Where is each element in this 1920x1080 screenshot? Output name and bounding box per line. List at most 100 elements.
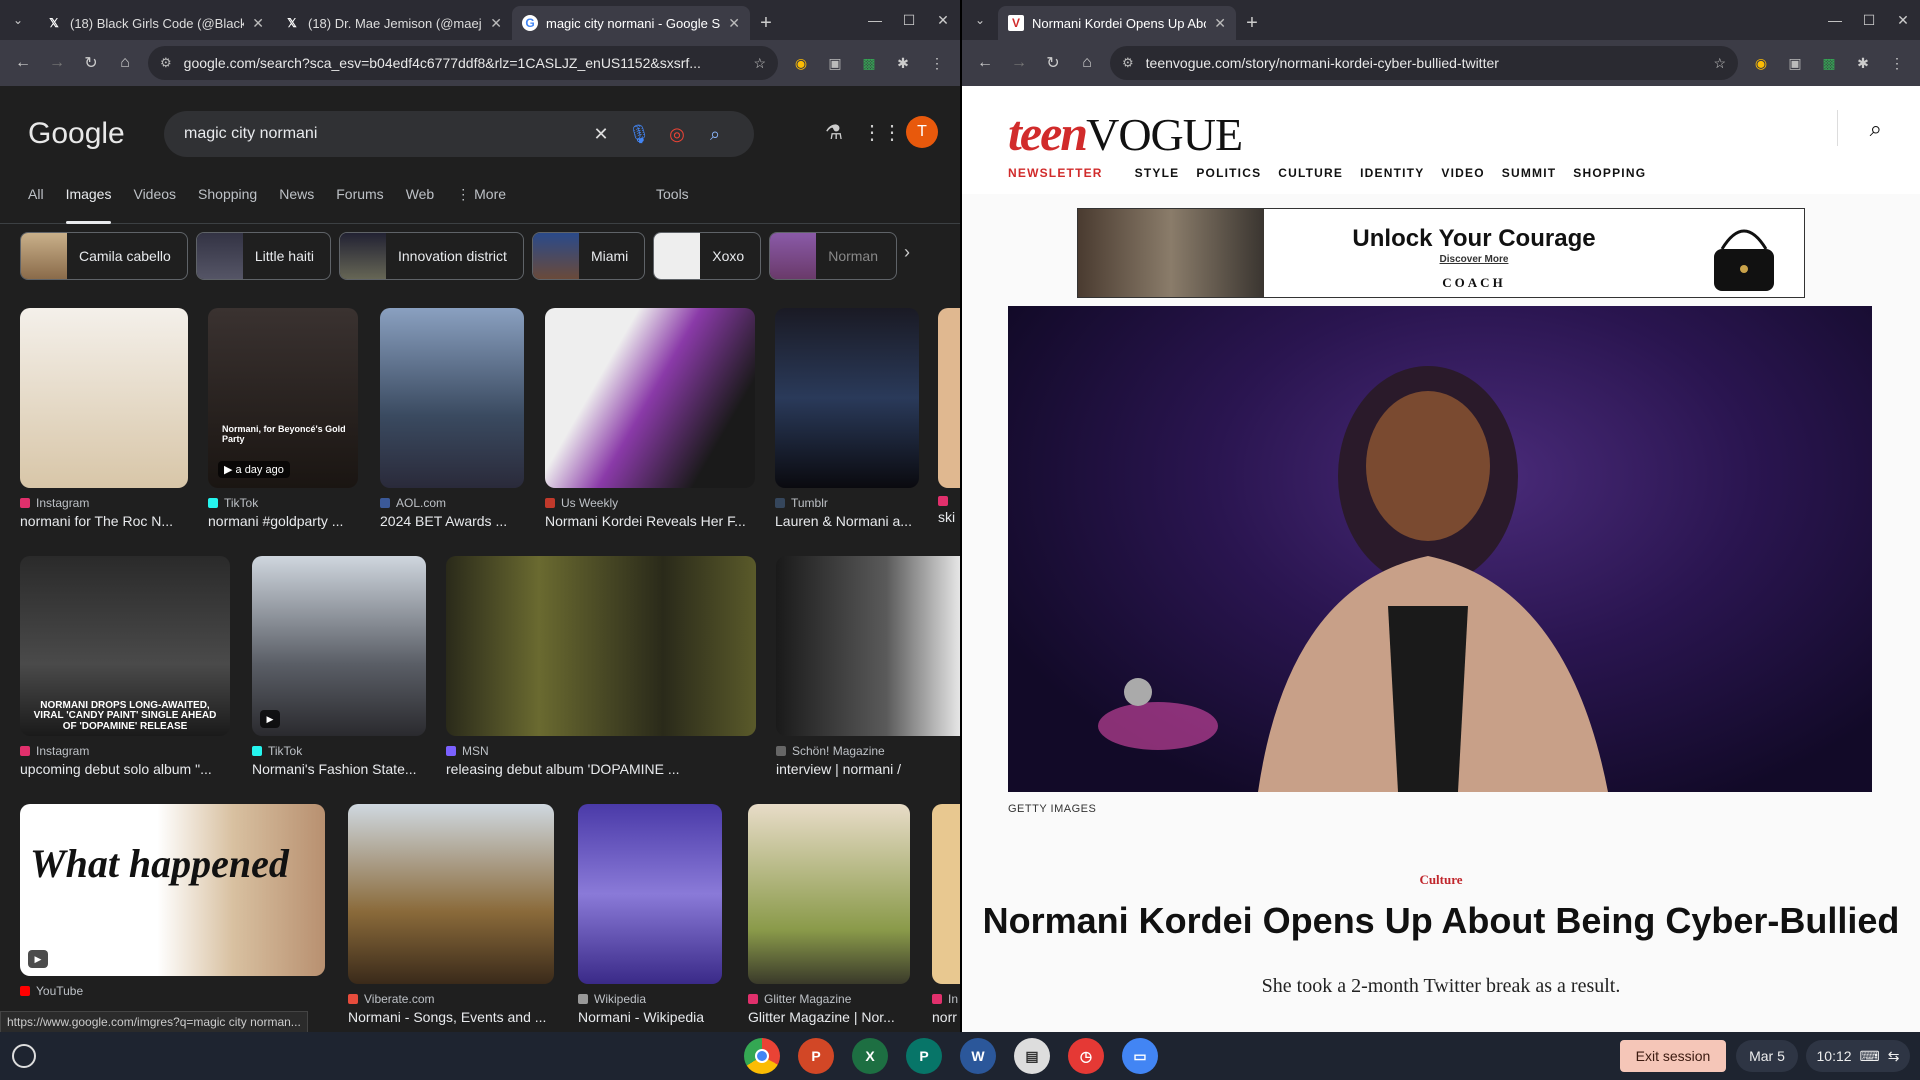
extension-icon[interactable]: ◉ — [784, 46, 818, 80]
close-icon[interactable]: ✕ — [728, 15, 740, 32]
advertisement-banner[interactable]: Unlock Your Courage Discover More COACH — [1077, 208, 1805, 298]
result-thumbnail[interactable] — [348, 804, 554, 984]
result-title[interactable]: ski — [938, 509, 960, 525]
close-icon[interactable]: ✕ — [1214, 15, 1226, 32]
tab-news[interactable]: News — [279, 182, 314, 224]
minimize-icon[interactable]: — — [858, 12, 892, 28]
chip-normani[interactable]: Norman — [769, 232, 898, 280]
article-category[interactable]: Culture — [962, 872, 1920, 888]
chip-innovation-district[interactable]: Innovation district — [338, 232, 524, 280]
image-result[interactable]: MSN releasing debut album 'DOPAMINE ... — [446, 556, 756, 777]
tab-videos[interactable]: Videos — [133, 182, 176, 224]
image-result[interactable]: Tumblr Lauren & Normani a... — [775, 308, 919, 529]
clear-icon[interactable]: ✕ — [582, 124, 620, 145]
result-thumbnail[interactable]: ▶ — [252, 556, 426, 736]
minimize-icon[interactable]: — — [1818, 12, 1852, 28]
reload-button[interactable]: ↻ — [1036, 46, 1070, 80]
puzzle-icon[interactable]: ✱ — [1846, 46, 1880, 80]
nav-video[interactable]: VIDEO — [1441, 166, 1484, 180]
result-title[interactable]: Normani's Fashion State... — [252, 761, 426, 777]
result-thumbnail[interactable] — [578, 804, 722, 984]
result-thumbnail[interactable] — [938, 308, 960, 488]
tab-google-search[interactable]: G magic city normani - Google Se ✕ — [512, 6, 750, 40]
nav-summit[interactable]: SUMMIT — [1502, 166, 1557, 180]
result-thumbnail[interactable] — [748, 804, 910, 984]
word-icon[interactable]: W — [960, 1038, 996, 1074]
chrome-icon[interactable] — [744, 1038, 780, 1074]
result-thumbnail[interactable] — [776, 556, 960, 736]
image-result[interactable]: Viberate.com Normani - Songs, Events and… — [348, 804, 554, 1025]
chip-camila-cabello[interactable]: Camila cabello — [20, 232, 188, 280]
image-result[interactable]: ▶ TikTok Normani's Fashion State... — [252, 556, 426, 777]
tab-more[interactable]: ⋮ More — [456, 182, 506, 224]
maximize-icon[interactable]: ☐ — [1852, 12, 1886, 29]
microphone-icon[interactable]: 🎙 — [620, 124, 658, 145]
status-tray[interactable]: 10:12 ⌨ ⇆ — [1806, 1040, 1910, 1072]
extension-icon[interactable]: ▣ — [818, 46, 852, 80]
tab-forums[interactable]: Forums — [336, 182, 383, 224]
image-result[interactable]: AOL.com 2024 BET Awards ... — [380, 308, 524, 529]
account-avatar[interactable]: T — [906, 116, 938, 148]
new-tab-button[interactable]: + — [1236, 6, 1268, 40]
launcher-icon[interactable] — [12, 1044, 36, 1068]
result-title[interactable]: Glitter Magazine | Nor... — [748, 1009, 910, 1025]
image-result[interactable]: Glitter Magazine Glitter Magazine | Nor.… — [748, 804, 910, 1025]
close-window-icon[interactable]: ✕ — [926, 12, 960, 29]
timer-icon[interactable]: ◷ — [1068, 1038, 1104, 1074]
result-title[interactable]: Lauren & Normani a... — [775, 513, 919, 529]
kebab-menu-icon[interactable]: ⋮ — [1880, 46, 1914, 80]
excel-icon[interactable]: X — [852, 1038, 888, 1074]
nav-style[interactable]: STYLE — [1135, 166, 1180, 180]
tab-search-dropdown[interactable]: ⌄ — [0, 0, 36, 40]
tools-button[interactable]: Tools — [656, 186, 689, 202]
tab-teen-vogue[interactable]: V Normani Kordei Opens Up Abo ✕ — [998, 6, 1236, 40]
tab-search-dropdown[interactable]: ⌄ — [962, 0, 998, 40]
image-result[interactable]: In norr — [932, 804, 960, 1025]
search-icon[interactable]: ⌕ — [696, 124, 734, 145]
tab-shopping[interactable]: Shopping — [198, 182, 257, 224]
home-button[interactable]: ⌂ — [108, 46, 142, 80]
puzzle-icon[interactable]: ✱ — [886, 46, 920, 80]
address-bar[interactable]: ⚙ teenvogue.com/story/normani-kordei-cyb… — [1110, 46, 1738, 80]
home-button[interactable]: ⌂ — [1070, 46, 1104, 80]
image-result[interactable]: Us Weekly Normani Kordei Reveals Her F..… — [545, 308, 755, 529]
maximize-icon[interactable]: ☐ — [892, 12, 926, 29]
tab-black-girls-code[interactable]: 𝕏 (18) Black Girls Code (@BlackG ✕ — [36, 6, 274, 40]
chip-miami[interactable]: Miami — [531, 232, 646, 280]
result-title[interactable]: Normani Kordei Reveals Her F... — [545, 513, 755, 529]
search-input[interactable]: magic city normani — [184, 125, 582, 143]
teen-vogue-logo[interactable]: teen VOGUE — [1008, 104, 1243, 162]
nav-culture[interactable]: CULTURE — [1278, 166, 1343, 180]
google-logo[interactable]: Google — [28, 117, 164, 151]
result-title[interactable]: releasing debut album 'DOPAMINE ... — [446, 761, 756, 777]
exit-session-button[interactable]: Exit session — [1620, 1040, 1726, 1072]
result-title[interactable]: Normani - Songs, Events and ... — [348, 1009, 554, 1025]
ad-discover-link[interactable]: Discover More — [1264, 254, 1684, 265]
result-title[interactable]: normani for The Roc N... — [20, 513, 188, 529]
apps-grid-icon[interactable]: ⋮⋮ — [858, 120, 906, 145]
result-thumbnail[interactable] — [380, 308, 524, 488]
nav-politics[interactable]: POLITICS — [1196, 166, 1261, 180]
bookmark-star-icon[interactable]: ☆ — [753, 55, 766, 72]
nav-shopping[interactable]: SHOPPING — [1573, 166, 1646, 180]
result-title[interactable]: normani #goldparty ... — [208, 513, 358, 529]
tab-web[interactable]: Web — [406, 182, 435, 224]
chip-xoxo[interactable]: Xoxo — [653, 232, 762, 280]
result-thumbnail[interactable]: Normani, for Beyoncé's Gold Party ▶ a da… — [208, 308, 358, 488]
publisher-icon[interactable]: P — [906, 1038, 942, 1074]
result-title[interactable]: 2024 BET Awards ... — [380, 513, 524, 529]
close-window-icon[interactable]: ✕ — [1886, 12, 1920, 29]
result-title[interactable]: Normani - Wikipedia — [578, 1009, 722, 1025]
back-button[interactable]: ← — [968, 46, 1002, 80]
close-icon[interactable]: ✕ — [252, 15, 264, 32]
result-thumbnail[interactable]: NORMANI DROPS LONG-AWAITED, VIRAL 'CANDY… — [20, 556, 230, 736]
tab-images[interactable]: Images — [65, 182, 111, 224]
site-info-icon[interactable]: ⚙ — [160, 55, 172, 71]
result-thumbnail[interactable]: What happened ▶ — [20, 804, 325, 976]
result-thumbnail[interactable] — [545, 308, 755, 488]
bookmark-star-icon[interactable]: ☆ — [1713, 55, 1726, 72]
reload-button[interactable]: ↻ — [74, 46, 108, 80]
image-result[interactable]: NORMANI DROPS LONG-AWAITED, VIRAL 'CANDY… — [20, 556, 230, 777]
kebab-menu-icon[interactable]: ⋮ — [920, 46, 954, 80]
image-result[interactable]: What happened ▶ YouTube — [20, 804, 325, 998]
